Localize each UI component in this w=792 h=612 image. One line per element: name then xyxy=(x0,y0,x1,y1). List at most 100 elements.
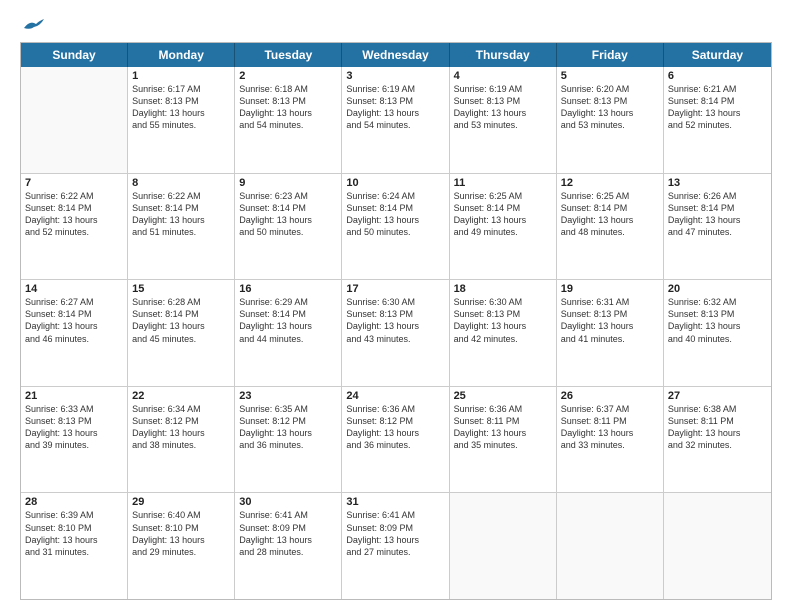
cell-info-line: Daylight: 13 hours xyxy=(132,534,230,546)
cell-info-line: Sunrise: 6:24 AM xyxy=(346,190,444,202)
logo xyxy=(20,22,44,34)
cell-info-line: Daylight: 13 hours xyxy=(132,107,230,119)
day-number: 19 xyxy=(561,283,659,295)
cell-info-line: Daylight: 13 hours xyxy=(668,427,767,439)
calendar-cell: 7Sunrise: 6:22 AMSunset: 8:14 PMDaylight… xyxy=(21,174,128,280)
cell-info-line: Sunrise: 6:35 AM xyxy=(239,403,337,415)
cell-info-line: Sunrise: 6:29 AM xyxy=(239,296,337,308)
cell-info-line: Daylight: 13 hours xyxy=(561,320,659,332)
cell-info-line: Daylight: 13 hours xyxy=(454,320,552,332)
cell-info-line: Daylight: 13 hours xyxy=(239,427,337,439)
cell-info-line: and 53 minutes. xyxy=(561,119,659,131)
cell-info-line: Daylight: 13 hours xyxy=(239,107,337,119)
calendar-week-2: 7Sunrise: 6:22 AMSunset: 8:14 PMDaylight… xyxy=(21,174,771,281)
day-number: 13 xyxy=(668,177,767,189)
calendar-cell: 3Sunrise: 6:19 AMSunset: 8:13 PMDaylight… xyxy=(342,67,449,173)
cell-info-line: Sunrise: 6:40 AM xyxy=(132,509,230,521)
cell-info-line: Sunrise: 6:33 AM xyxy=(25,403,123,415)
cell-info-line: and 39 minutes. xyxy=(25,439,123,451)
cell-info-line: and 31 minutes. xyxy=(25,546,123,558)
cell-info-line: Daylight: 13 hours xyxy=(25,320,123,332)
cell-info-line: Sunset: 8:13 PM xyxy=(668,308,767,320)
cell-info-line: and 54 minutes. xyxy=(346,119,444,131)
calendar-cell: 6Sunrise: 6:21 AMSunset: 8:14 PMDaylight… xyxy=(664,67,771,173)
cell-info-line: and 27 minutes. xyxy=(346,546,444,558)
cell-info-line: and 38 minutes. xyxy=(132,439,230,451)
cell-info-line: Sunrise: 6:34 AM xyxy=(132,403,230,415)
day-number: 8 xyxy=(132,177,230,189)
day-header-tuesday: Tuesday xyxy=(235,43,342,67)
calendar-cell: 13Sunrise: 6:26 AMSunset: 8:14 PMDayligh… xyxy=(664,174,771,280)
cell-info-line: and 35 minutes. xyxy=(454,439,552,451)
cell-info-line: Daylight: 13 hours xyxy=(132,214,230,226)
cell-info-line: and 48 minutes. xyxy=(561,226,659,238)
cell-info-line: Sunrise: 6:19 AM xyxy=(454,83,552,95)
cell-info-line: Daylight: 13 hours xyxy=(25,427,123,439)
calendar-cell: 19Sunrise: 6:31 AMSunset: 8:13 PMDayligh… xyxy=(557,280,664,386)
cell-info-line: Sunset: 8:14 PM xyxy=(25,308,123,320)
calendar-cell: 28Sunrise: 6:39 AMSunset: 8:10 PMDayligh… xyxy=(21,493,128,599)
calendar-cell: 27Sunrise: 6:38 AMSunset: 8:11 PMDayligh… xyxy=(664,387,771,493)
cell-info-line: Sunset: 8:13 PM xyxy=(346,308,444,320)
cell-info-line: Daylight: 13 hours xyxy=(668,214,767,226)
cell-info-line: Sunset: 8:12 PM xyxy=(346,415,444,427)
cell-info-line: and 43 minutes. xyxy=(346,333,444,345)
cell-info-line: Sunset: 8:13 PM xyxy=(561,95,659,107)
cell-info-line: Daylight: 13 hours xyxy=(239,534,337,546)
calendar-cell: 15Sunrise: 6:28 AMSunset: 8:14 PMDayligh… xyxy=(128,280,235,386)
cell-info-line: Sunrise: 6:41 AM xyxy=(239,509,337,521)
cell-info-line: Sunrise: 6:18 AM xyxy=(239,83,337,95)
cell-info-line: Sunset: 8:12 PM xyxy=(132,415,230,427)
day-number: 7 xyxy=(25,177,123,189)
cell-info-line: Sunset: 8:14 PM xyxy=(239,308,337,320)
day-number: 29 xyxy=(132,496,230,508)
cell-info-line: Sunset: 8:11 PM xyxy=(668,415,767,427)
calendar-cell: 22Sunrise: 6:34 AMSunset: 8:12 PMDayligh… xyxy=(128,387,235,493)
cell-info-line: and 46 minutes. xyxy=(25,333,123,345)
cell-info-line: Sunset: 8:10 PM xyxy=(132,522,230,534)
day-header-thursday: Thursday xyxy=(450,43,557,67)
day-number: 30 xyxy=(239,496,337,508)
day-number: 18 xyxy=(454,283,552,295)
cell-info-line: Sunset: 8:14 PM xyxy=(25,202,123,214)
cell-info-line: Sunset: 8:13 PM xyxy=(25,415,123,427)
cell-info-line: Sunset: 8:14 PM xyxy=(132,308,230,320)
day-number: 28 xyxy=(25,496,123,508)
day-header-saturday: Saturday xyxy=(664,43,771,67)
day-header-friday: Friday xyxy=(557,43,664,67)
cell-info-line: Sunset: 8:14 PM xyxy=(132,202,230,214)
calendar-cell: 14Sunrise: 6:27 AMSunset: 8:14 PMDayligh… xyxy=(21,280,128,386)
cell-info-line: Sunset: 8:14 PM xyxy=(239,202,337,214)
cell-info-line: and 52 minutes. xyxy=(25,226,123,238)
cell-info-line: Daylight: 13 hours xyxy=(561,427,659,439)
cell-info-line: and 33 minutes. xyxy=(561,439,659,451)
cell-info-line: Sunset: 8:09 PM xyxy=(346,522,444,534)
cell-info-line: and 40 minutes. xyxy=(668,333,767,345)
cell-info-line: and 54 minutes. xyxy=(239,119,337,131)
cell-info-line: Sunrise: 6:23 AM xyxy=(239,190,337,202)
cell-info-line: Sunset: 8:14 PM xyxy=(454,202,552,214)
calendar-body: 1Sunrise: 6:17 AMSunset: 8:13 PMDaylight… xyxy=(21,67,771,599)
calendar-cell: 10Sunrise: 6:24 AMSunset: 8:14 PMDayligh… xyxy=(342,174,449,280)
day-number: 9 xyxy=(239,177,337,189)
calendar-cell: 1Sunrise: 6:17 AMSunset: 8:13 PMDaylight… xyxy=(128,67,235,173)
cell-info-line: Daylight: 13 hours xyxy=(132,320,230,332)
cell-info-line: Sunrise: 6:36 AM xyxy=(454,403,552,415)
cell-info-line: and 41 minutes. xyxy=(561,333,659,345)
cell-info-line: Sunrise: 6:28 AM xyxy=(132,296,230,308)
cell-info-line: Sunrise: 6:31 AM xyxy=(561,296,659,308)
calendar-cell: 24Sunrise: 6:36 AMSunset: 8:12 PMDayligh… xyxy=(342,387,449,493)
cell-info-line: and 29 minutes. xyxy=(132,546,230,558)
day-number: 3 xyxy=(346,70,444,82)
calendar-cell: 12Sunrise: 6:25 AMSunset: 8:14 PMDayligh… xyxy=(557,174,664,280)
cell-info-line: Sunrise: 6:37 AM xyxy=(561,403,659,415)
cell-info-line: Daylight: 13 hours xyxy=(346,320,444,332)
cell-info-line: Sunrise: 6:26 AM xyxy=(668,190,767,202)
calendar-week-4: 21Sunrise: 6:33 AMSunset: 8:13 PMDayligh… xyxy=(21,387,771,494)
calendar-cell: 25Sunrise: 6:36 AMSunset: 8:11 PMDayligh… xyxy=(450,387,557,493)
logo-bird-icon xyxy=(22,18,44,36)
cell-info-line: Sunrise: 6:38 AM xyxy=(668,403,767,415)
cell-info-line: Sunset: 8:13 PM xyxy=(132,95,230,107)
cell-info-line: Sunrise: 6:30 AM xyxy=(454,296,552,308)
cell-info-line: and 53 minutes. xyxy=(454,119,552,131)
